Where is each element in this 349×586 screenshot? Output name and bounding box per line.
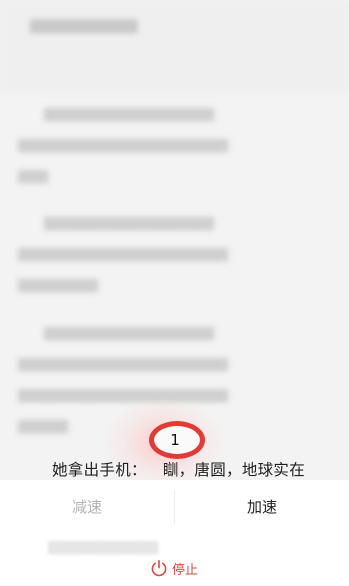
blurred-header-text: ▇▇▇▇▇▇▇▇▇▇ bbox=[30, 18, 138, 34]
counter-value: 1 bbox=[170, 431, 180, 449]
blurred-paragraph: ▇▇▇▇▇▇▇▇▇▇▇▇▇▇▇▇▇ ▇▇▇▇▇▇▇▇▇▇▇▇▇▇▇▇▇▇▇▇▇ … bbox=[18, 107, 228, 184]
blurred-text-behind-panel: ▇▇▇▇▇▇▇▇▇▇▇ bbox=[48, 540, 158, 555]
blurred-page-content: ▇▇▇▇▇▇▇▇▇▇ ▇▇▇▇▇▇▇▇▇▇▇▇▇▇▇▇▇ ▇▇▇▇▇▇▇▇▇▇▇… bbox=[0, 0, 349, 460]
power-icon bbox=[151, 559, 167, 577]
reader-screen: ▇▇▇▇▇▇▇▇▇▇ ▇▇▇▇▇▇▇▇▇▇▇▇▇▇▇▇▇ ▇▇▇▇▇▇▇▇▇▇▇… bbox=[0, 0, 349, 586]
slow-down-button[interactable]: 减速 bbox=[0, 480, 174, 534]
speed-up-button[interactable]: 加速 bbox=[175, 480, 349, 534]
reading-line-end: 瞓，唐圆，地球实在 bbox=[162, 461, 306, 479]
stop-button[interactable]: 停止 bbox=[150, 557, 198, 579]
stop-label: 停止 bbox=[172, 562, 199, 578]
blurred-paragraph: ▇▇▇▇▇▇▇▇▇▇▇▇▇▇▇▇▇ ▇▇▇▇▇▇▇▇▇▇▇▇▇▇▇▇▇▇▇▇▇ … bbox=[18, 216, 228, 293]
blurred-header: ▇▇▇▇▇▇▇▇▇▇ bbox=[0, 0, 349, 92]
current-reading-line: 她拿出手机： 瞓，唐圆，地球实在 bbox=[52, 458, 305, 480]
speed-button-row: 减速 加速 bbox=[0, 480, 349, 534]
reading-line-start: 她拿出手机： bbox=[52, 461, 147, 479]
